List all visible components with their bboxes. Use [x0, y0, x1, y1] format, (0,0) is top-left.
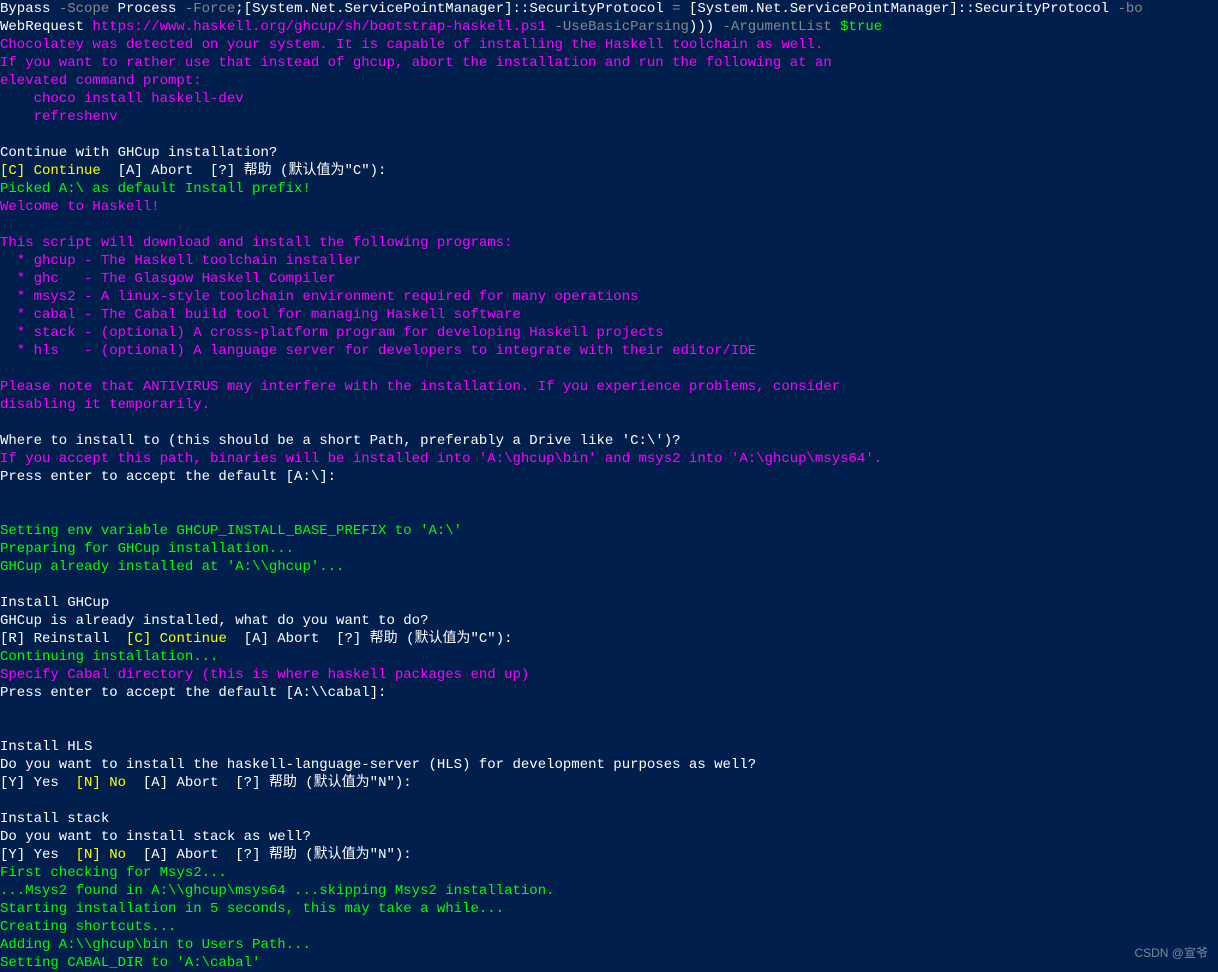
option-abort-stack: [A] Abort [?] 帮助 (默认值为"N"):: [126, 847, 420, 863]
msys-found: ...Msys2 found in A:\\ghcup\msys64 ...sk…: [0, 883, 555, 899]
script-intro: This script will download and install th…: [0, 235, 512, 251]
creating-shortcuts: Creating shortcuts...: [0, 919, 176, 935]
where-install-info: If you accept this path, binaries will b…: [0, 451, 882, 467]
flag-scope: -Scope: [59, 1, 118, 17]
option-yes-hls: [Y] Yes: [0, 775, 76, 791]
flag-usebasic: -UseBasicParsing: [555, 19, 689, 35]
option-yes-stack: [Y] Yes: [0, 847, 76, 863]
option-continue: [C] Continue: [0, 163, 101, 179]
option-no-hls: [N] No: [76, 775, 126, 791]
script-hls: * hls - (optional) A language server for…: [0, 343, 756, 359]
cmd-servicepoint: ;[System.Net.ServicePointManager]::Secur…: [235, 1, 672, 17]
cmd-bypass: Bypass: [0, 1, 59, 17]
cmd-servicepoint2: [System.Net.ServicePointManager]::Securi…: [689, 1, 1117, 17]
setting-cabal-dir: Setting CABAL_DIR to 'A:\cabal': [0, 955, 260, 971]
cabal-default: Press enter to accept the default [A:\\c…: [0, 685, 386, 701]
option-no-stack: [N] No: [76, 847, 126, 863]
script-stack: * stack - (optional) A cross-platform pr…: [0, 325, 664, 341]
parens: ))): [689, 19, 723, 35]
antivirus-line2: disabling it temporarily.: [0, 397, 210, 413]
url-bootstrap: https://www.haskell.org/ghcup/sh/bootstr…: [92, 19, 554, 35]
choco-line5: refreshenv: [0, 109, 118, 125]
choco-line2: If you want to rather use that instead o…: [0, 55, 832, 71]
preparing-msg: Preparing for GHCup installation...: [0, 541, 294, 557]
choco-line3: elevated command prompt:: [0, 73, 202, 89]
flag-force: -Force: [185, 1, 235, 17]
continuing-msg: Continuing installation...: [0, 649, 218, 665]
welcome-msg: Welcome to Haskell!: [0, 199, 160, 215]
picked-prefix: Picked A:\ as default Install prefix!: [0, 181, 311, 197]
setenv-msg: Setting env variable GHCUP_INSTALL_BASE_…: [0, 523, 462, 539]
arg-process: Process: [118, 1, 185, 17]
script-cabal: * cabal - The Cabal build tool for manag…: [0, 307, 521, 323]
adding-path: Adding A:\\ghcup\bin to Users Path...: [0, 937, 311, 953]
option-reinstall: [R] Reinstall: [0, 631, 126, 647]
already-installed-msg: GHCup already installed at 'A:\\ghcup'..…: [0, 559, 344, 575]
option-continue2: [C] Continue: [126, 631, 227, 647]
install-stack-q: Do you want to install stack as well?: [0, 829, 311, 845]
script-msys2: * msys2 - A linux-style toolchain enviro…: [0, 289, 639, 305]
cabal-dir-q: Specify Cabal directory (this is where h…: [0, 667, 529, 683]
cmd-webrequest: WebRequest: [0, 19, 92, 35]
install-hls-q: Do you want to install the haskell-langu…: [0, 757, 756, 773]
arg-true: $true: [840, 19, 882, 35]
antivirus-line1: Please note that ANTIVIRUS may interfere…: [0, 379, 840, 395]
where-install-q: Where to install to (this should be a sh…: [0, 433, 681, 449]
where-install-default: Press enter to accept the default [A:\]:: [0, 469, 336, 485]
choco-line1: Chocolatey was detected on your system. …: [0, 37, 823, 53]
option-abort-hls: [A] Abort [?] 帮助 (默认值为"N"):: [126, 775, 420, 791]
install-stack-title: Install stack: [0, 811, 109, 827]
watermark: CSDN @宣爷: [1134, 944, 1208, 962]
starting-install: Starting installation in 5 seconds, this…: [0, 901, 504, 917]
choco-line4: choco install haskell-dev: [0, 91, 244, 107]
flag-arglist: -ArgumentList: [723, 19, 841, 35]
option-abort-help: [A] Abort [?] 帮助 (默认值为"C"):: [101, 163, 395, 179]
install-hls-title: Install HLS: [0, 739, 92, 755]
option-abort2: [A] Abort [?] 帮助 (默认值为"C"):: [227, 631, 521, 647]
msys-check: First checking for Msys2...: [0, 865, 227, 881]
equals: =: [672, 1, 689, 17]
script-ghcup: * ghcup - The Haskell toolchain installe…: [0, 253, 361, 269]
install-ghcup-title: Install GHCup: [0, 595, 109, 611]
ghcup-already-q: GHCup is already installed, what do you …: [0, 613, 428, 629]
script-ghc: * ghc - The Glasgow Haskell Compiler: [0, 271, 336, 287]
continue-prompt: Continue with GHCup installation?: [0, 145, 277, 161]
flag-bo: -bo: [1117, 1, 1142, 17]
terminal-output[interactable]: Bypass -Scope Process -Force;[System.Net…: [0, 0, 1218, 972]
